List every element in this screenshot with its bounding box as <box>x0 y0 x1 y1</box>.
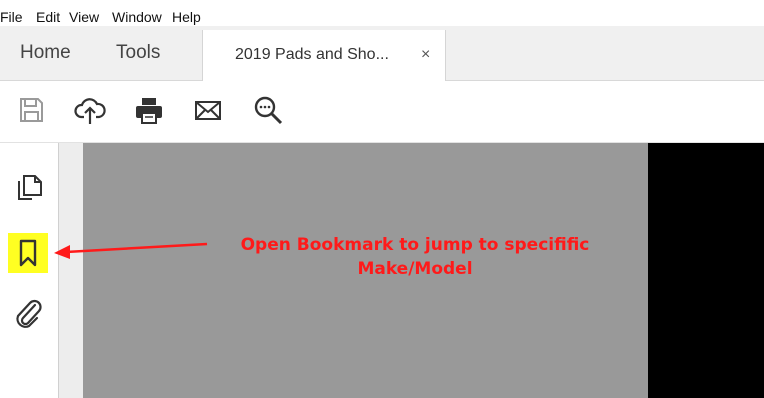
save-button[interactable] <box>14 93 48 127</box>
attachment-icon <box>16 299 42 328</box>
search-zoom-icon <box>254 96 283 125</box>
print-button[interactable] <box>132 93 166 127</box>
email-icon <box>195 101 221 120</box>
menu-window[interactable]: Window <box>112 8 162 26</box>
tab-bar: Home Tools 2019 Pads and Sho... × <box>0 26 764 81</box>
menu-help[interactable]: Help <box>172 8 201 26</box>
tab-tools[interactable]: Tools <box>116 26 160 80</box>
annotation-callout: Open Bookmark to jump to specifific Make… <box>205 233 625 281</box>
tab-home[interactable]: Home <box>20 26 71 80</box>
attachments-button[interactable] <box>8 293 48 333</box>
tab-document[interactable]: 2019 Pads and Sho... × <box>202 30 446 81</box>
bookmarks-button[interactable] <box>8 233 48 273</box>
print-icon <box>136 98 162 124</box>
upload-cloud-icon <box>74 98 106 124</box>
bookmark-icon <box>19 239 37 267</box>
menu-bar: File Edit View Window Help <box>0 0 764 26</box>
tab-document-label: 2019 Pads and Sho... <box>235 46 389 63</box>
document-gutter <box>59 143 83 398</box>
save-icon <box>20 98 43 122</box>
left-nav-rail <box>0 143 59 398</box>
annotation-line-1: Open Bookmark to jump to specifific <box>240 235 590 255</box>
annotation-line-2: Make/Model <box>357 259 473 279</box>
right-panel <box>648 143 764 398</box>
page-thumbnails-icon <box>18 175 42 200</box>
menu-edit[interactable]: Edit <box>36 8 60 26</box>
page-thumbnails-button[interactable] <box>10 169 50 209</box>
email-button[interactable] <box>191 93 225 127</box>
menu-view[interactable]: View <box>69 8 99 26</box>
search-button[interactable] <box>251 93 285 127</box>
menu-file[interactable]: File <box>0 8 23 26</box>
tab-close-icon[interactable]: × <box>421 30 430 80</box>
toolbar <box>0 81 764 143</box>
upload-button[interactable] <box>73 93 107 127</box>
